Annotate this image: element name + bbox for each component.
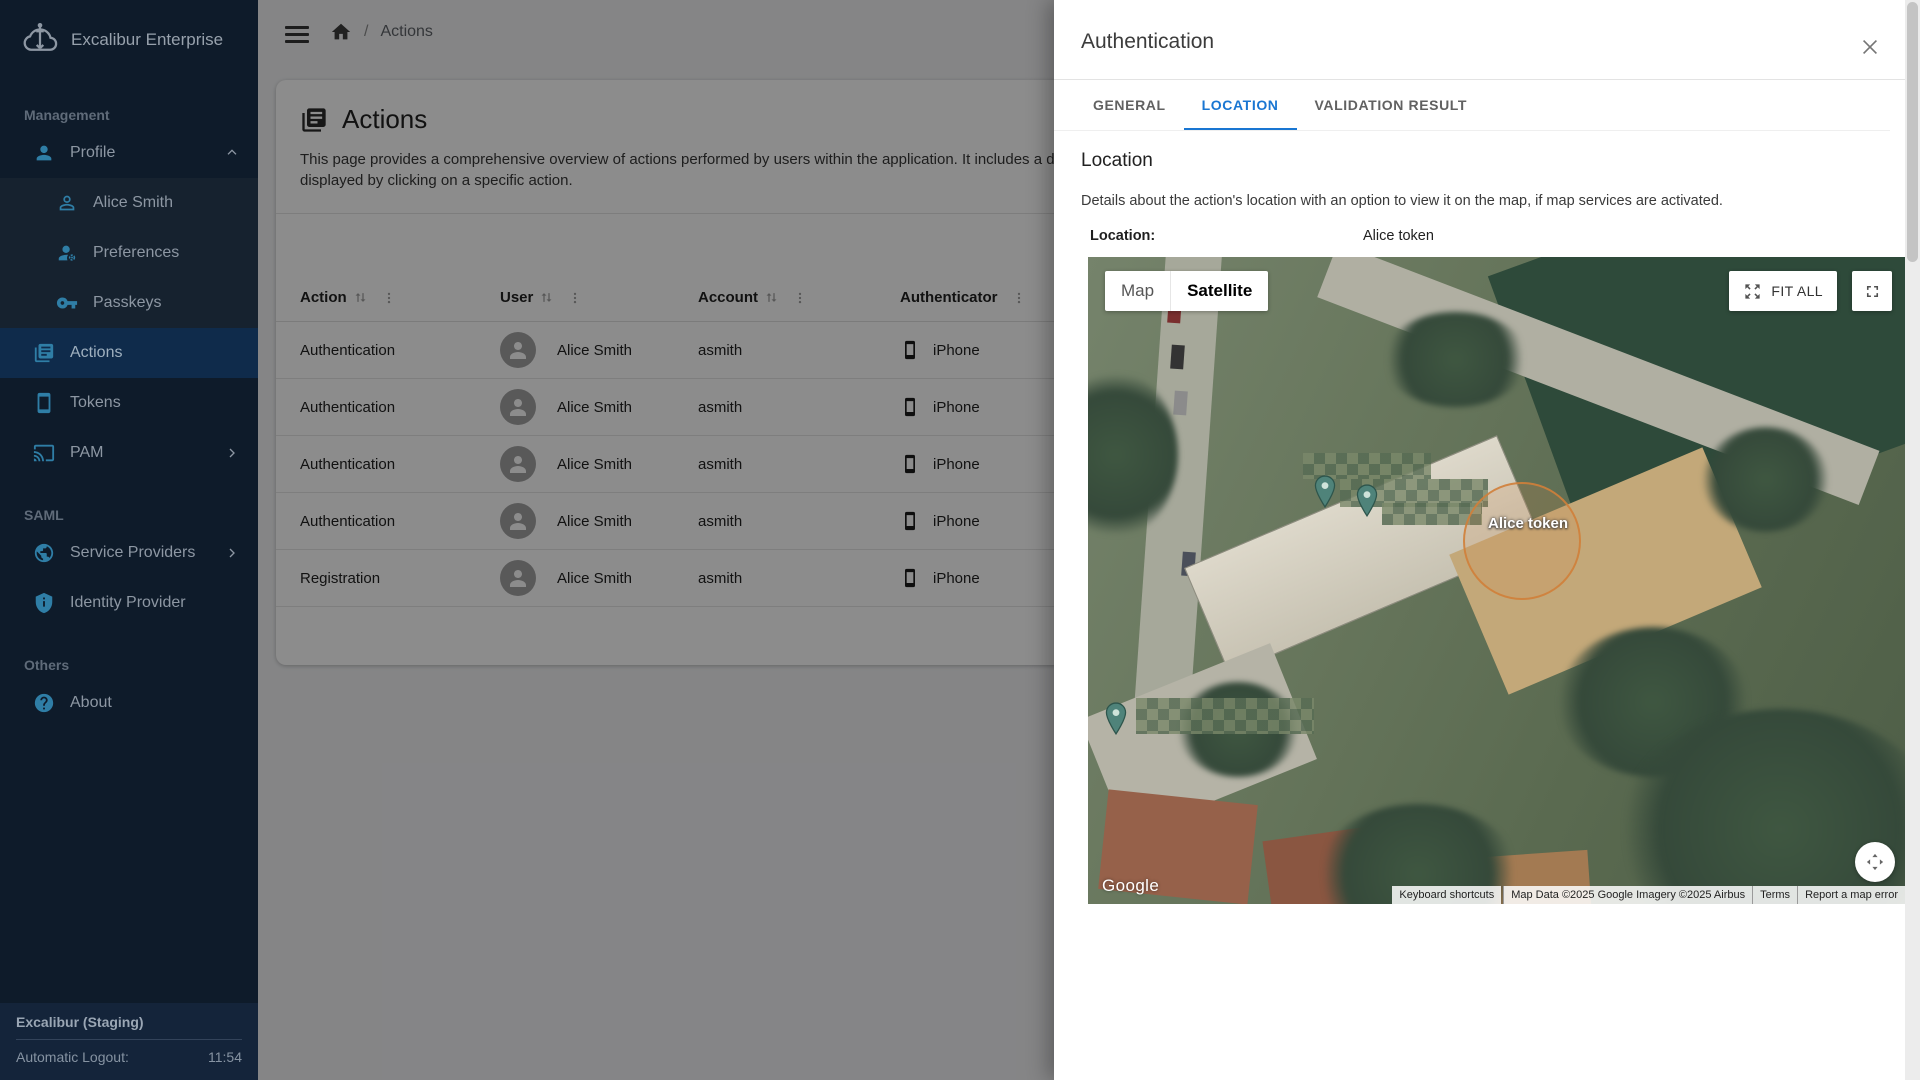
sidebar-item-label: Alice Smith (93, 194, 173, 212)
person-gear-icon (56, 242, 78, 264)
sidebar-item-identity-provider[interactable]: Identity Provider (0, 578, 258, 628)
map-car (1170, 345, 1185, 370)
app-logo-icon (22, 22, 58, 58)
sidebar-item-label: PAM (70, 444, 103, 462)
brand-name: Excalibur Enterprise (71, 30, 223, 50)
report-map-error-link[interactable]: Report a map error (1797, 886, 1905, 904)
sidebar-item-actions[interactable]: Actions (0, 328, 258, 378)
map-type-satellite-button[interactable]: Satellite (1171, 271, 1268, 311)
logout-label: Automatic Logout: (16, 1049, 129, 1065)
profile-submenu: Alice Smith Preferences Passkeys (0, 178, 258, 328)
modal-backdrop[interactable] (258, 0, 1054, 1080)
map-pin[interactable] (1354, 484, 1380, 518)
sidebar-item-label: Identity Provider (70, 594, 186, 612)
sidebar-item-pam[interactable]: PAM (0, 428, 258, 478)
chevron-up-icon (224, 145, 240, 161)
tabs-divider (1054, 130, 1890, 131)
details-drawer: Authentication GENERAL LOCATION VALIDATI… (1054, 0, 1905, 1080)
map-type-map-button[interactable]: Map (1105, 271, 1170, 311)
sidebar-item-profile[interactable]: Profile (0, 128, 258, 178)
page-scrollbar[interactable] (1905, 0, 1920, 1080)
sidebar-item-alice-smith[interactable]: Alice Smith (0, 178, 258, 228)
map-car (1173, 391, 1188, 416)
pan-arrows-icon (1862, 849, 1888, 875)
person-icon (33, 142, 55, 164)
map-attribution: Keyboard shortcuts Map Data ©2025 Google… (1392, 886, 1905, 904)
tab-validation-result[interactable]: VALIDATION RESULT (1297, 80, 1486, 130)
section-label-saml: SAML (0, 502, 258, 528)
key-icon (56, 292, 78, 314)
sidebar-item-label: About (70, 694, 112, 712)
section-label-management: Management (0, 102, 258, 128)
fullscreen-button[interactable] (1852, 271, 1892, 311)
zoom-out-map-icon (1743, 282, 1762, 301)
map-pin[interactable] (1312, 475, 1338, 509)
map-pin[interactable] (1103, 702, 1129, 736)
chevron-right-icon (224, 445, 240, 461)
map-trees (1383, 312, 1528, 407)
close-icon[interactable] (1859, 36, 1881, 58)
google-logo[interactable]: Google (1102, 876, 1159, 896)
sidebar-footer: Excalibur (Staging) Automatic Logout: 11… (0, 1003, 258, 1080)
sidebar-item-label: Preferences (93, 244, 179, 262)
section-label-others: Others (0, 652, 258, 678)
sidebar-item-preferences[interactable]: Preferences (0, 228, 258, 278)
chevron-right-icon (224, 545, 240, 561)
sidebar-item-service-providers[interactable]: Service Providers (0, 528, 258, 578)
fit-all-button[interactable]: FIT ALL (1729, 271, 1837, 311)
location-field-value: Alice token (1363, 228, 1434, 244)
shield-info-icon (33, 592, 55, 614)
footer-divider (16, 1039, 242, 1040)
location-section-title: Location (1081, 150, 1153, 172)
map-trees (1703, 427, 1828, 532)
sidebar-item-label: Profile (70, 144, 115, 162)
sidebar-item-label: Actions (70, 344, 122, 362)
smartphone-icon (33, 392, 55, 414)
scrollbar-thumb[interactable] (1907, 2, 1918, 262)
token-marker-label: Alice token (1488, 515, 1568, 532)
redacted-label-pixels (1136, 698, 1314, 734)
sidebar-item-passkeys[interactable]: Passkeys (0, 278, 258, 328)
location-field-label: Location: (1090, 228, 1155, 244)
terms-link[interactable]: Terms (1752, 886, 1797, 904)
drawer-tabs: GENERAL LOCATION VALIDATION RESULT (1075, 80, 1485, 130)
logout-timer: 11:54 (208, 1049, 242, 1065)
keyboard-shortcuts-link[interactable]: Keyboard shortcuts (1392, 886, 1501, 904)
globe-icon (33, 542, 55, 564)
token-range-circle (1463, 482, 1581, 600)
tab-location[interactable]: LOCATION (1184, 80, 1297, 130)
location-section-description: Details about the action's location with… (1081, 193, 1723, 209)
cast-icon (33, 442, 55, 464)
sidebar-item-about[interactable]: About (0, 678, 258, 728)
map-data-credit: Map Data ©2025 Google Imagery ©2025 Airb… (1503, 886, 1752, 904)
sidebar-item-label: Service Providers (70, 544, 195, 562)
help-icon (33, 692, 55, 714)
environment-label: Excalibur (Staging) (16, 1014, 242, 1030)
fit-all-label: FIT ALL (1771, 283, 1823, 299)
drawer-title: Authentication (1081, 30, 1214, 54)
library-books-icon (33, 342, 55, 364)
person-outline-icon (56, 192, 78, 214)
sidebar-item-tokens[interactable]: Tokens (0, 378, 258, 428)
brand: Excalibur Enterprise (0, 0, 258, 78)
sidebar-item-label: Tokens (70, 394, 121, 412)
map-type-control: Map Satellite (1105, 271, 1268, 311)
pan-control-button[interactable] (1855, 842, 1895, 882)
fullscreen-icon (1863, 282, 1882, 301)
sidebar: Excalibur Enterprise Management Profile … (0, 0, 258, 1080)
map-canvas[interactable]: Alice token Map Satellite FIT ALL Google… (1088, 257, 1905, 904)
sidebar-item-label: Passkeys (93, 294, 161, 312)
tab-general[interactable]: GENERAL (1075, 80, 1184, 130)
